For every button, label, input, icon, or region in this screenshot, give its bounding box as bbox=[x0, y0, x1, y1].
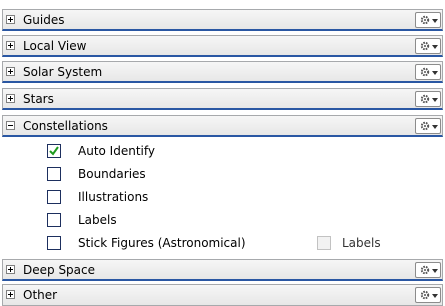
option-label: Labels bbox=[78, 213, 117, 227]
gear-icon bbox=[420, 15, 430, 25]
section-label-local-view: Local View bbox=[23, 39, 87, 53]
section-label-other: Other bbox=[23, 288, 58, 302]
expand-icon[interactable] bbox=[6, 265, 15, 274]
checkbox[interactable] bbox=[317, 236, 331, 250]
sky-options-panel: Guides Local View Solar System Stars Con… bbox=[0, 0, 445, 306]
gear-icon bbox=[420, 121, 430, 131]
options-menu-button[interactable] bbox=[415, 64, 441, 80]
chevron-down-icon bbox=[432, 71, 438, 75]
section-label-guides: Guides bbox=[23, 13, 65, 27]
section-label-constellations: Constellations bbox=[23, 119, 108, 133]
option-label: Boundaries bbox=[78, 167, 146, 181]
expand-icon[interactable] bbox=[6, 41, 15, 50]
expand-icon[interactable] bbox=[6, 290, 15, 299]
chevron-down-icon bbox=[432, 125, 438, 129]
checkbox[interactable] bbox=[47, 236, 61, 250]
chevron-down-icon bbox=[432, 269, 438, 273]
chevron-down-icon bbox=[432, 294, 438, 298]
checkbox[interactable] bbox=[47, 167, 61, 181]
section-header-deep-space[interactable]: Deep Space bbox=[2, 259, 443, 281]
checkmark-icon bbox=[49, 146, 59, 156]
section-header-local-view[interactable]: Local View bbox=[2, 35, 443, 57]
section-label-solar-system: Solar System bbox=[23, 65, 103, 79]
chevron-down-icon bbox=[432, 98, 438, 102]
section-label-deep-space: Deep Space bbox=[23, 263, 96, 277]
option-label: Illustrations bbox=[78, 190, 149, 204]
chevron-down-icon bbox=[432, 45, 438, 49]
expand-icon[interactable] bbox=[6, 15, 15, 24]
options-menu-button[interactable] bbox=[415, 118, 441, 134]
option-label: Auto Identify bbox=[78, 144, 155, 158]
section-header-guides[interactable]: Guides bbox=[2, 9, 443, 31]
options-menu-button[interactable] bbox=[415, 287, 441, 303]
checkbox[interactable] bbox=[47, 144, 61, 158]
section-header-stars[interactable]: Stars bbox=[2, 88, 443, 110]
chevron-down-icon bbox=[432, 19, 438, 23]
options-menu-button[interactable] bbox=[415, 262, 441, 278]
gear-icon bbox=[420, 290, 430, 300]
options-menu-button[interactable] bbox=[415, 91, 441, 107]
gear-icon bbox=[420, 41, 430, 51]
gear-icon bbox=[420, 94, 430, 104]
options-menu-button[interactable] bbox=[415, 38, 441, 54]
gear-icon bbox=[420, 265, 430, 275]
option-label: Labels bbox=[342, 236, 381, 250]
options-menu-button[interactable] bbox=[415, 12, 441, 28]
gear-icon bbox=[420, 67, 430, 77]
section-label-stars: Stars bbox=[23, 92, 54, 106]
section-header-solar-system[interactable]: Solar System bbox=[2, 61, 443, 83]
option-label: Stick Figures (Astronomical) bbox=[78, 236, 246, 250]
expand-icon[interactable] bbox=[6, 67, 15, 76]
expand-icon[interactable] bbox=[6, 94, 15, 103]
section-header-constellations[interactable]: Constellations bbox=[2, 115, 443, 137]
collapse-icon[interactable] bbox=[6, 121, 15, 130]
checkbox[interactable] bbox=[47, 213, 61, 227]
checkbox[interactable] bbox=[47, 190, 61, 204]
